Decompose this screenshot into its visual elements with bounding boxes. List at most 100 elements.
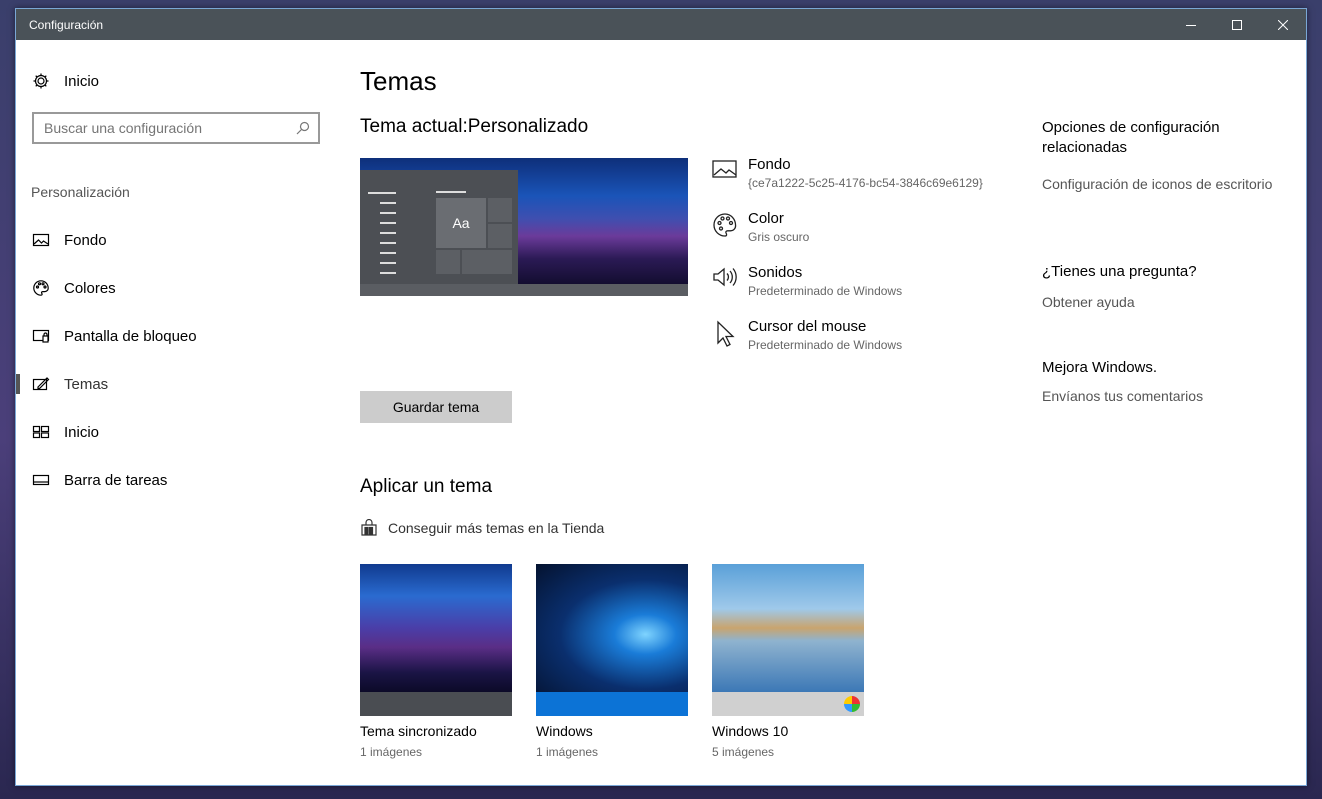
cursor-icon — [717, 320, 735, 347]
palette-icon — [713, 213, 737, 237]
current-theme: Tema actual:Personalizado — [360, 116, 588, 138]
close-icon — [1278, 19, 1288, 30]
sidebar-item-temas[interactable]: Temas — [16, 360, 336, 408]
preview-line — [380, 202, 396, 204]
property-name: Sonidos — [748, 264, 803, 281]
theme-name: Tema sincronizado — [360, 723, 477, 739]
theme-name: Windows 10 — [712, 723, 789, 739]
save-theme-button[interactable]: Guardar tema — [360, 391, 512, 423]
image-icon — [712, 160, 737, 178]
sidebar-item-pantalla-de-bloqueo[interactable]: Pantalla de bloqueo — [16, 312, 336, 360]
theme-thumbnail — [360, 564, 512, 716]
store-icon — [361, 519, 377, 536]
lock-screen-icon — [32, 329, 50, 343]
main-content: Temas Tema actual:Personalizado Aa Fondo… — [360, 40, 1000, 787]
window-controls — [1168, 9, 1306, 40]
property-name: Color — [748, 210, 784, 227]
search-box[interactable] — [32, 112, 320, 144]
close-button[interactable] — [1260, 9, 1306, 40]
search-input[interactable] — [44, 120, 274, 136]
get-help-link[interactable]: Obtener ayuda — [1042, 292, 1282, 312]
sidebar-home[interactable]: Inicio — [32, 72, 99, 90]
minimize-button[interactable] — [1168, 9, 1214, 40]
preview-line — [380, 272, 396, 274]
sidebar-section-title: Personalización — [31, 184, 130, 200]
theme-preview: Aa — [360, 158, 688, 296]
theme-thumbnail-image — [536, 564, 688, 692]
preview-tile — [488, 198, 512, 222]
property-fondo[interactable]: Fondo {ce7a1222-5c25-4176-bc54-3846c69e6… — [712, 156, 1012, 210]
theme-thumbnail — [712, 564, 864, 716]
related-settings-title: Opciones de configuración relacionadas — [1042, 119, 1220, 156]
sidebar-item-barra-de-tareas[interactable]: Barra de tareas — [16, 456, 336, 504]
minimize-icon — [1186, 24, 1196, 26]
settings-window: Configuración Inicio Buscar una configur… — [15, 8, 1307, 786]
theme-card[interactable]: Windows 1 imágenes — [536, 564, 688, 759]
sidebar-item-label: Pantalla de bloqueo — [64, 327, 197, 345]
theme-color-strip — [360, 692, 512, 716]
property-cursor[interactable]: Cursor del mouse Predeterminado de Windo… — [712, 318, 1012, 372]
theme-card[interactable]: Windows 10 5 imágenes — [712, 564, 864, 759]
desktop-icons-link[interactable]: Configuración de iconos de escritorio — [1042, 174, 1282, 194]
sidebar-item-label: Barra de tareas — [64, 471, 168, 489]
sidebar-item-label: Inicio — [64, 423, 100, 441]
preview-tile — [488, 224, 512, 248]
title-bar[interactable]: Configuración — [16, 9, 1306, 40]
theme-image-count: 1 imágenes — [360, 745, 423, 759]
property-value: Predeterminado de Windows — [748, 338, 903, 352]
preview-line — [380, 212, 396, 214]
theme-color-strip — [712, 692, 864, 716]
sidebar-nav: Fondo Colores Pantalla de bloqueo Temas … — [16, 216, 336, 504]
property-name: Cursor del mouse — [748, 318, 867, 335]
maximize-icon — [1232, 19, 1242, 30]
sidebar-item-label: Temas — [64, 375, 109, 393]
theme-card[interactable]: Tema sincronizado 1 imágenes — [360, 564, 512, 759]
property-name: Fondo — [748, 156, 791, 173]
maximize-button[interactable] — [1214, 9, 1260, 40]
taskbar-icon — [32, 474, 50, 486]
property-sonidos[interactable]: Sonidos Predeterminado de Windows — [712, 264, 1012, 318]
preview-line — [436, 191, 466, 193]
auto-color-icon — [844, 696, 860, 712]
feedback-title: Mejora Windows. — [1042, 359, 1158, 376]
image-icon — [32, 233, 50, 247]
preview-line — [380, 242, 396, 244]
start-icon — [32, 425, 50, 439]
gear-icon — [33, 73, 49, 89]
theme-thumbnail-image — [712, 564, 864, 692]
related-settings: Opciones de configuración relacionadas C… — [1042, 118, 1282, 194]
feedback-link[interactable]: Envíanos tus comentarios — [1042, 386, 1282, 406]
page-title: Temas — [360, 66, 437, 96]
apply-theme-title: Aplicar un tema — [360, 476, 493, 497]
theme-thumbnail — [536, 564, 688, 716]
store-link[interactable]: Conseguir más temas en la Tienda — [360, 519, 604, 537]
preview-line — [368, 192, 396, 194]
sidebar-item-inicio[interactable]: Inicio — [16, 408, 336, 456]
property-color[interactable]: Color Gris oscuro — [712, 210, 1012, 264]
preview-line — [380, 262, 396, 264]
themes-icon — [32, 377, 50, 391]
preview-taskbar — [360, 284, 688, 296]
theme-gallery: Tema sincronizado 1 imágenes Windows 1 i… — [360, 564, 888, 759]
help-title: ¿Tienes una pregunta? — [1042, 263, 1197, 280]
theme-image-count: 1 imágenes — [536, 745, 599, 759]
sidebar-home-label: Inicio — [64, 72, 100, 90]
sidebar: Inicio Personalización Fondo Colores Pan… — [16, 40, 336, 787]
sidebar-item-fondo[interactable]: Fondo — [16, 216, 336, 264]
help-section: ¿Tienes una pregunta? Obtener ayuda — [1042, 262, 1282, 312]
sidebar-item-label: Colores — [64, 279, 116, 297]
current-theme-value: Personalizado — [467, 116, 589, 137]
property-value: Gris oscuro — [748, 230, 810, 244]
current-theme-label: Tema actual: — [360, 116, 468, 137]
theme-properties: Fondo {ce7a1222-5c25-4176-bc54-3846c69e6… — [712, 156, 1012, 372]
sidebar-item-colores[interactable]: Colores — [16, 264, 336, 312]
preview-tile — [436, 250, 460, 274]
preview-line — [380, 222, 396, 224]
theme-color-strip — [536, 692, 688, 716]
theme-thumbnail-image — [360, 564, 512, 692]
speaker-icon — [713, 267, 737, 287]
search-icon[interactable] — [296, 121, 310, 135]
preview-sample-text: Aa — [436, 198, 486, 248]
preview-line — [380, 232, 396, 234]
feedback-section: Mejora Windows. Envíanos tus comentarios — [1042, 358, 1282, 406]
